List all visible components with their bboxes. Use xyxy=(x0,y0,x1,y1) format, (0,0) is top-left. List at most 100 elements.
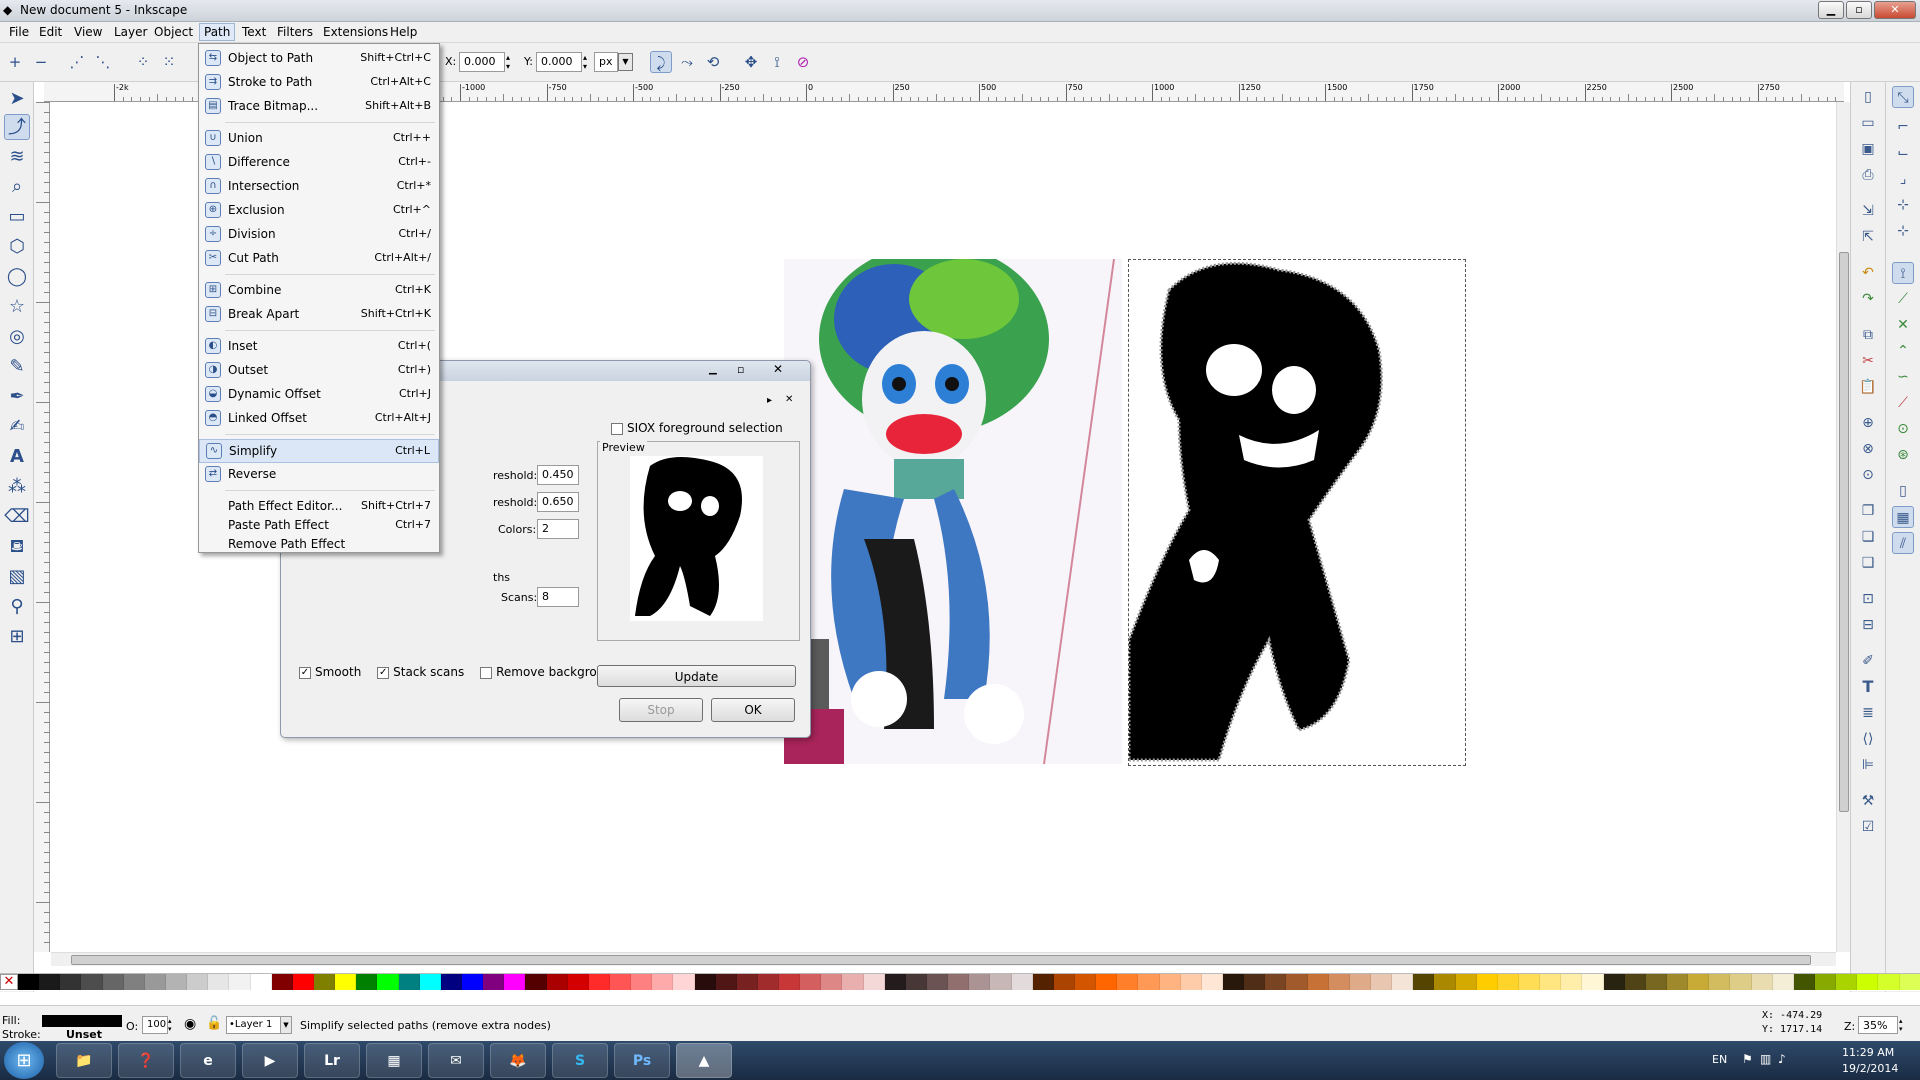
break-path-icon[interactable]: ⋱ xyxy=(92,51,114,73)
snap-bbox-edge-icon[interactable]: ⌙ xyxy=(1892,142,1914,164)
palette-swatch[interactable] xyxy=(292,974,314,990)
palette-swatch[interactable] xyxy=(1349,974,1371,990)
text-font-icon[interactable]: T xyxy=(1857,676,1879,698)
palette-swatch[interactable] xyxy=(1371,974,1393,990)
close-button[interactable]: ✕ xyxy=(1874,1,1916,19)
unit-dropdown-icon[interactable]: ▼ xyxy=(618,53,633,71)
path-menu-item-exclusion[interactable]: ⊕ Exclusion Ctrl+^ xyxy=(199,199,439,223)
palette-swatch[interactable] xyxy=(842,974,864,990)
palette-swatch[interactable] xyxy=(1645,974,1667,990)
palette-swatch[interactable] xyxy=(102,974,124,990)
palette-swatch[interactable] xyxy=(1476,974,1498,990)
y-spin-icon[interactable]: ▴ ▾ xyxy=(583,53,587,71)
palette-swatch[interactable] xyxy=(1751,974,1773,990)
palette-swatch[interactable] xyxy=(335,974,357,990)
palette-swatch[interactable] xyxy=(229,974,251,990)
language-indicator[interactable]: EN xyxy=(1712,1053,1727,1066)
palette-swatch[interactable] xyxy=(1836,974,1858,990)
palette-swatch[interactable] xyxy=(398,974,420,990)
palette-swatch[interactable] xyxy=(884,974,906,990)
palette-swatch[interactable] xyxy=(1053,974,1076,990)
tray-network-icon[interactable]: ▥ xyxy=(1760,1052,1771,1066)
menu-path[interactable]: Path xyxy=(199,23,236,41)
palette-swatch[interactable] xyxy=(1814,974,1837,990)
palette-swatch[interactable] xyxy=(1793,974,1815,990)
remove-background-checkbox[interactable] xyxy=(480,666,493,679)
snap-intersection-icon[interactable]: ✕ xyxy=(1892,314,1914,336)
traced-path[interactable] xyxy=(1127,259,1466,766)
palette-swatch[interactable] xyxy=(1244,974,1266,990)
path-menu-item-reverse[interactable]: ⇄ Reverse xyxy=(199,463,439,487)
zoom-spin-icon[interactable]: ▴ ▾ xyxy=(1899,1017,1903,1033)
palette-swatch[interactable] xyxy=(1286,974,1308,990)
palette-swatch[interactable] xyxy=(187,974,209,990)
path-menu-item-division[interactable]: ÷ Division Ctrl+/ xyxy=(199,223,439,247)
path-menu-item-combine[interactable]: ⊞ Combine Ctrl+K xyxy=(199,279,439,303)
snap-paths-icon[interactable]: ⟋ xyxy=(1892,288,1914,310)
connector-tool-icon[interactable]: ⊞ xyxy=(4,624,30,650)
palette-swatch[interactable] xyxy=(969,974,991,990)
palette-swatch[interactable] xyxy=(1223,974,1245,990)
undo-icon[interactable]: ↶ xyxy=(1857,262,1879,284)
path-menu-item-dynamic-offset[interactable]: ◒ Dynamic Offset Ctrl+J xyxy=(199,383,439,407)
rectangle-tool-icon[interactable]: ▭ xyxy=(4,204,30,230)
align-icon[interactable]: ⊫ xyxy=(1857,754,1879,776)
palette-swatch[interactable] xyxy=(1075,974,1097,990)
ungroup-icon[interactable]: ⊟ xyxy=(1857,614,1879,636)
menu-layer[interactable]: Layer xyxy=(114,25,147,39)
threshold1-input[interactable]: 0.450 xyxy=(537,465,579,485)
colors-input[interactable]: 2 xyxy=(537,519,579,539)
transform-handles-icon[interactable]: ✥ xyxy=(740,51,762,73)
copy-icon[interactable]: ⧉ xyxy=(1857,324,1879,346)
palette-swatch[interactable] xyxy=(1497,974,1519,990)
layer-dropdown-icon[interactable]: ▼ xyxy=(280,1016,292,1034)
palette-swatch[interactable] xyxy=(652,974,674,990)
palette-swatch[interactable] xyxy=(1624,974,1646,990)
taskbar-mail-icon[interactable]: ✉ xyxy=(428,1043,484,1078)
tray-flag-icon[interactable]: ⚑ xyxy=(1742,1052,1753,1066)
delete-node-icon[interactable]: − xyxy=(30,51,52,73)
menu-view[interactable]: View xyxy=(74,25,102,39)
snap-grid-icon[interactable]: ▦ xyxy=(1892,506,1914,528)
save-icon[interactable]: ▣ xyxy=(1857,138,1879,160)
spiral-tool-icon[interactable]: ◎ xyxy=(4,324,30,350)
palette-swatch[interactable] xyxy=(1328,974,1350,990)
snap-bbox-center-icon[interactable]: ⊹ xyxy=(1892,220,1914,242)
palette-swatch[interactable] xyxy=(1772,974,1794,990)
snap-page-border-icon[interactable]: ▯ xyxy=(1892,480,1914,502)
path-menu-item-stroke-to-path[interactable]: ⇉ Stroke to Path Ctrl+Alt+C xyxy=(199,71,439,95)
palette-swatch[interactable] xyxy=(905,974,928,990)
palette-swatch[interactable] xyxy=(1582,974,1604,990)
taskbar-skype-icon[interactable]: S xyxy=(552,1043,608,1078)
add-node-icon[interactable]: + xyxy=(4,51,26,73)
path-menu-item-union[interactable]: ∪ Union Ctrl++ xyxy=(199,127,439,151)
path-menu-item-difference[interactable]: ∖ Difference Ctrl+- xyxy=(199,151,439,175)
taskbar-ie-icon[interactable]: e xyxy=(180,1043,236,1078)
palette-swatch[interactable] xyxy=(1265,974,1287,990)
palette-swatch[interactable] xyxy=(715,974,737,990)
palette-swatch[interactable] xyxy=(1455,974,1477,990)
layer-selector[interactable]: •Layer 1 xyxy=(226,1016,282,1034)
palette-swatch[interactable] xyxy=(546,974,568,990)
palette-swatch[interactable] xyxy=(356,974,378,990)
palette-swatch[interactable] xyxy=(567,974,589,990)
menu-filters[interactable]: Filters xyxy=(277,25,313,39)
palette-swatch[interactable] xyxy=(461,974,484,990)
palette-swatch[interactable] xyxy=(1392,974,1414,990)
snap-enable-icon[interactable]: ⤡ xyxy=(1892,86,1914,108)
palette-swatch[interactable] xyxy=(271,974,293,990)
dialog-maximize-icon[interactable]: ▫ xyxy=(737,363,744,376)
fill-swatch[interactable] xyxy=(42,1015,122,1027)
import-icon[interactable]: ⇲ xyxy=(1857,200,1879,222)
siox-checkbox-row[interactable]: SIOX foreground selection xyxy=(611,421,783,435)
palette-swatch[interactable] xyxy=(673,974,695,990)
snap-bbox-corner-icon[interactable]: ⌟ xyxy=(1892,168,1914,190)
menu-file[interactable]: File xyxy=(9,25,29,39)
path-menu-item-trace-bitmap[interactable]: ▤ Trace Bitmap... Shift+Alt+B xyxy=(199,95,439,119)
selector-tool-icon[interactable]: ➤ xyxy=(4,86,30,112)
snap-nodes-icon[interactable]: ⟟ xyxy=(1892,262,1914,284)
palette-swatch[interactable] xyxy=(694,974,716,990)
palette-swatch[interactable] xyxy=(165,974,188,990)
path-menu-item-inset[interactable]: ◐ Inset Ctrl+( xyxy=(199,335,439,359)
palette-swatch[interactable] xyxy=(1730,974,1752,990)
